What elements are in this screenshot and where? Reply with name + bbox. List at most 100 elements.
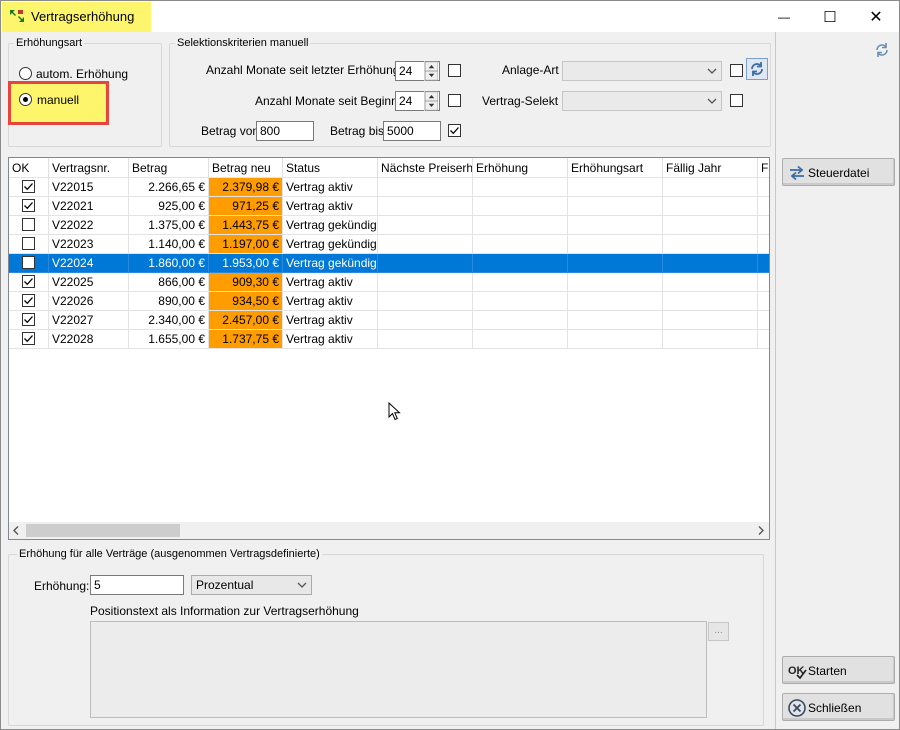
col-header-erhoehung[interactable]: Erhöhung [473,158,568,178]
vertragsnr-cell: V22028 [49,330,129,349]
empty-cell [758,273,769,292]
betrag-von-label: Betrag von [201,124,260,138]
row-ok-checkbox[interactable] [22,218,35,231]
betrag-neu-cell: 1.197,00 € [209,235,283,254]
betrag-bis-input[interactable]: 5000 [383,121,441,141]
minimize-button[interactable]: — [761,1,807,32]
table-row[interactable]: V22015 2.266,65 €2.379,98 € Vertrag aktiv [9,178,769,197]
manuell-label: manuell [37,93,80,107]
row-ok-checkbox[interactable] [22,332,35,345]
vertragsnr-cell: V22026 [49,292,129,311]
betrag-cell: 890,00 € [129,292,209,311]
ok-cell [9,311,49,330]
monate-letzte-checkbox[interactable] [448,64,461,77]
close-button[interactable]: ✕ [853,1,899,32]
horizontal-scrollbar[interactable] [9,522,769,539]
col-header-faellig[interactable]: Fä [758,158,769,178]
col-header-vertragsnr[interactable]: Vertragsnr. [49,158,129,178]
table-row[interactable]: V22024 1.860,00 €1.953,00 € Vertrag gekünd… [9,254,769,273]
vertragsnr-cell: V22022 [49,216,129,235]
maximize-button[interactable]: ☐ [807,1,853,32]
vertrag-selekt-checkbox[interactable] [730,94,743,107]
row-ok-checkbox[interactable] [22,237,35,250]
erhoehung-art-select[interactable]: Prozentual [191,575,312,595]
col-header-faellig-jahr[interactable]: Fällig Jahr [663,158,758,178]
table-row[interactable]: V22027 2.340,00 €2.457,00 € Vertrag aktiv [9,311,769,330]
empty-cell [378,197,473,216]
anlage-art-select[interactable] [562,61,722,81]
col-header-naechste-preiserhoehung[interactable]: Nächste Preiserhö [378,158,473,178]
betrag-von-value: 800 [260,124,281,138]
refresh-icon[interactable] [874,42,890,58]
table-row[interactable]: V22022 1.375,00 €1.443,75 € Vertrag gekünd… [9,216,769,235]
col-header-erhoehungsart[interactable]: Erhöhungsart [568,158,663,178]
betrag-neu-cell: 909,30 € [209,273,283,292]
empty-cell [378,216,473,235]
betrag-bis-value: 5000 [387,124,414,138]
vertragsnr-cell: V22023 [49,235,129,254]
row-ok-checkbox[interactable] [22,180,35,193]
reload-anlage-button[interactable] [746,58,768,80]
empty-cell [663,311,758,330]
mouse-cursor-icon [388,402,401,421]
empty-cell [473,330,568,349]
scrollbar-thumb[interactable] [26,524,180,537]
radio-manuell[interactable] [19,93,32,106]
ok-cell [9,273,49,292]
betrag-checkbox[interactable] [448,124,461,137]
col-header-betrag[interactable]: Betrag [129,158,209,178]
betrag-cell: 866,00 € [129,273,209,292]
status-cell: Vertrag gekündigt [283,216,378,235]
maximize-icon: ☐ [823,8,837,26]
monate-beginn-spinner[interactable] [424,91,438,111]
checkmark-icon [450,127,459,135]
swap-arrows-icon [790,165,804,181]
erhoehungsart-label: Erhöhungsart [14,37,85,49]
vertrag-selekt-select[interactable] [562,91,722,111]
positionstext-browse-button[interactable]: ... [708,622,729,641]
betrag-cell: 925,00 € [129,197,209,216]
row-ok-checkbox[interactable] [22,256,35,269]
empty-cell [473,197,568,216]
row-ok-checkbox[interactable] [22,199,35,212]
monate-letzte-spinner[interactable] [424,61,438,81]
empty-cell [758,311,769,330]
col-header-ok[interactable]: OK [9,158,49,178]
col-header-status[interactable]: Status [283,158,378,178]
monate-beginn-value: 24 [399,94,413,108]
steuerdatei-button[interactable]: Steuerdatei [782,158,895,186]
table-row[interactable]: V22023 1.140,00 €1.197,00 € Vertrag gekünd… [9,235,769,254]
row-ok-checkbox[interactable] [22,313,35,326]
erhoehung-label: Erhöhung: [34,579,90,593]
anlage-art-checkbox[interactable] [730,64,743,77]
erhoehung-input[interactable]: 5 [90,575,184,595]
scroll-left-icon[interactable] [11,525,21,536]
scroll-right-icon[interactable] [756,525,766,536]
table-row[interactable]: V22021 925,00 €971,25 € Vertrag aktiv [9,197,769,216]
steuerdatei-label: Steuerdatei [808,166,870,180]
positionstext-textarea[interactable] [90,621,707,718]
empty-cell [473,273,568,292]
table-row[interactable]: V22026 890,00 €934,50 € Vertrag aktiv [9,292,769,311]
monate-beginn-label: Anzahl Monate seit Beginn [255,94,398,108]
monate-beginn-checkbox[interactable] [448,94,461,107]
radio-autom-erhoehung[interactable] [19,67,32,80]
empty-cell [378,292,473,311]
schliessen-button[interactable]: Schließen [782,693,895,721]
empty-cell [663,273,758,292]
monate-letzte-label: Anzahl Monate seit letzter Erhöhung [206,63,400,77]
col-header-betrag-neu[interactable]: Betrag neu [209,158,283,178]
empty-cell [473,235,568,254]
empty-cell [378,178,473,197]
empty-cell [663,197,758,216]
row-ok-checkbox[interactable] [22,275,35,288]
selektion-label: Selektionskriterien manuell [175,37,311,49]
starten-button[interactable]: OK Starten [782,656,895,684]
ok-cell [9,178,49,197]
row-ok-checkbox[interactable] [22,294,35,307]
ok-cell [9,216,49,235]
empty-cell [663,254,758,273]
table-row[interactable]: V22025 866,00 €909,30 € Vertrag aktiv [9,273,769,292]
table-row[interactable]: V22028 1.655,00 €1.737,75 € Vertrag aktiv [9,330,769,349]
betrag-von-input[interactable]: 800 [256,121,314,141]
